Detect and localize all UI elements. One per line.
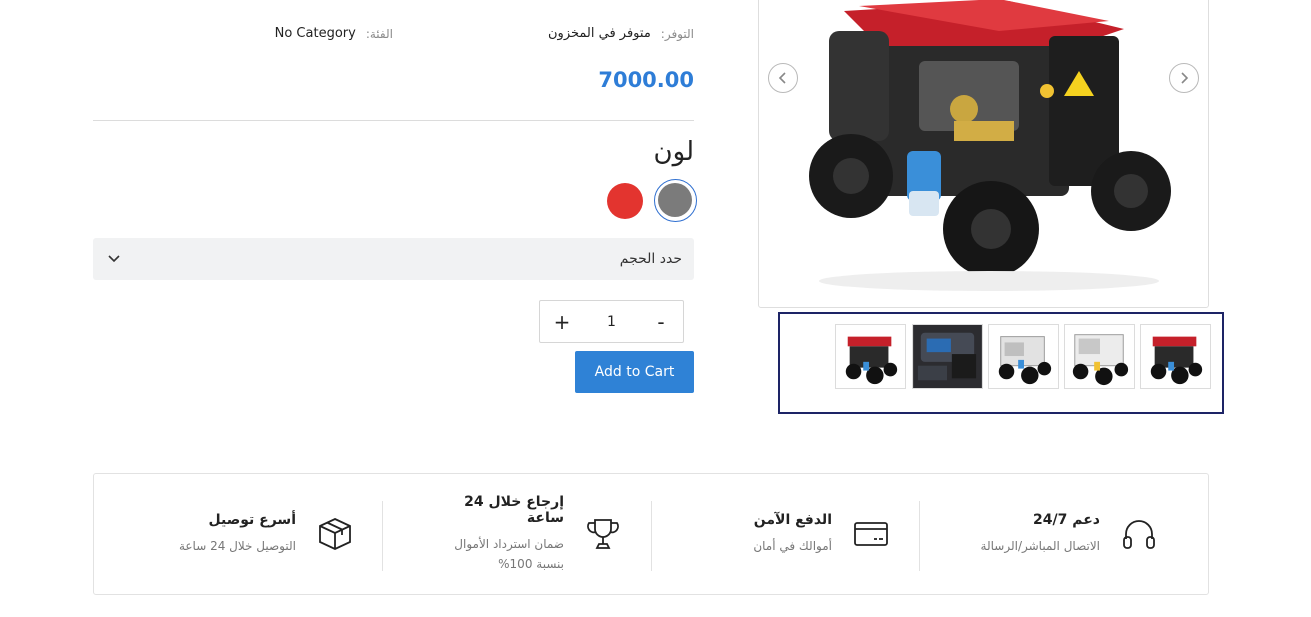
thumbnail-white-pressure-washer-angle[interactable] [1064, 324, 1135, 389]
chevron-left-icon [778, 72, 786, 84]
thumbnail-engine-closeup[interactable] [912, 324, 983, 389]
size-select-placeholder: حدد الحجم [619, 251, 682, 267]
category-row: الفئة: No Category [275, 26, 393, 41]
section-divider [93, 120, 694, 121]
color-option-title: لون [653, 137, 694, 167]
availability-row: التوفر: متوفر في المخزون [548, 26, 694, 41]
feature-returns: إرجاع خلال 24 ساعة ضمان استرداد الأموال … [438, 474, 624, 594]
product-price: 7000.00 [598, 68, 694, 92]
quantity-stepper: + 1 - [539, 300, 684, 343]
thumbnail-strip [778, 312, 1224, 414]
thumbnail-white-pressure-washer[interactable] [988, 324, 1059, 389]
feature-returns-title: إرجاع خلال 24 ساعة [464, 494, 564, 526]
pressure-washer-image [809, 0, 1171, 291]
feature-support-title: دعم 24/7 [1033, 512, 1100, 528]
feature-divider [651, 501, 652, 571]
add-to-cart-button[interactable]: Add to Cart [575, 351, 694, 393]
availability-value: متوفر في المخزون [548, 26, 651, 41]
feature-divider [919, 501, 920, 571]
color-swatch-gray[interactable] [654, 179, 697, 222]
product-main-image[interactable] [758, 0, 1209, 308]
category-value: No Category [274, 26, 356, 41]
availability-label: التوفر: [660, 26, 694, 41]
size-select[interactable]: حدد الحجم [93, 238, 694, 280]
feature-fast-delivery: أسرع توصيل التوصيل خلال 24 ساعة [179, 474, 356, 594]
feature-secure-payment: الدفع الآمن أموالك في أمان [753, 474, 892, 594]
feature-divider [382, 501, 383, 571]
feature-fast-delivery-title: أسرع توصيل [208, 512, 297, 528]
thumbnail-red-pressure-washer-1[interactable] [835, 324, 906, 389]
thumbnail-red-pressure-washer-2[interactable] [1140, 324, 1211, 389]
features-bar: دعم 24/7 الاتصال المباشر/الرسالة الدفع ا… [93, 473, 1209, 595]
quantity-increase-button[interactable]: + [552, 312, 572, 332]
feature-support: دعم 24/7 الاتصال المباشر/الرسالة [981, 474, 1160, 594]
feature-returns-subtitle: ضمان استرداد الأموال بنسبة 100% [454, 537, 564, 571]
feature-support-subtitle: الاتصال المباشر/الرسالة [980, 539, 1100, 553]
gallery-prev-button[interactable] [768, 63, 798, 93]
feature-fast-delivery-subtitle: التوصيل خلال 24 ساعة [178, 539, 296, 553]
credit-card-icon [850, 513, 892, 555]
quantity-decrease-button[interactable]: - [651, 312, 671, 332]
chevron-right-icon [1181, 72, 1189, 84]
gallery-next-button[interactable] [1169, 63, 1199, 93]
color-swatch-red[interactable] [607, 183, 643, 219]
feature-secure-payment-subtitle: أموالك في أمان [753, 539, 832, 553]
trophy-icon [582, 513, 624, 555]
headset-icon [1118, 513, 1160, 555]
box-icon [314, 513, 356, 555]
category-label: الفئة: [365, 26, 393, 41]
chevron-down-icon [107, 250, 121, 269]
quantity-value[interactable]: 1 [607, 314, 616, 330]
feature-secure-payment-title: الدفع الآمن [753, 512, 832, 528]
